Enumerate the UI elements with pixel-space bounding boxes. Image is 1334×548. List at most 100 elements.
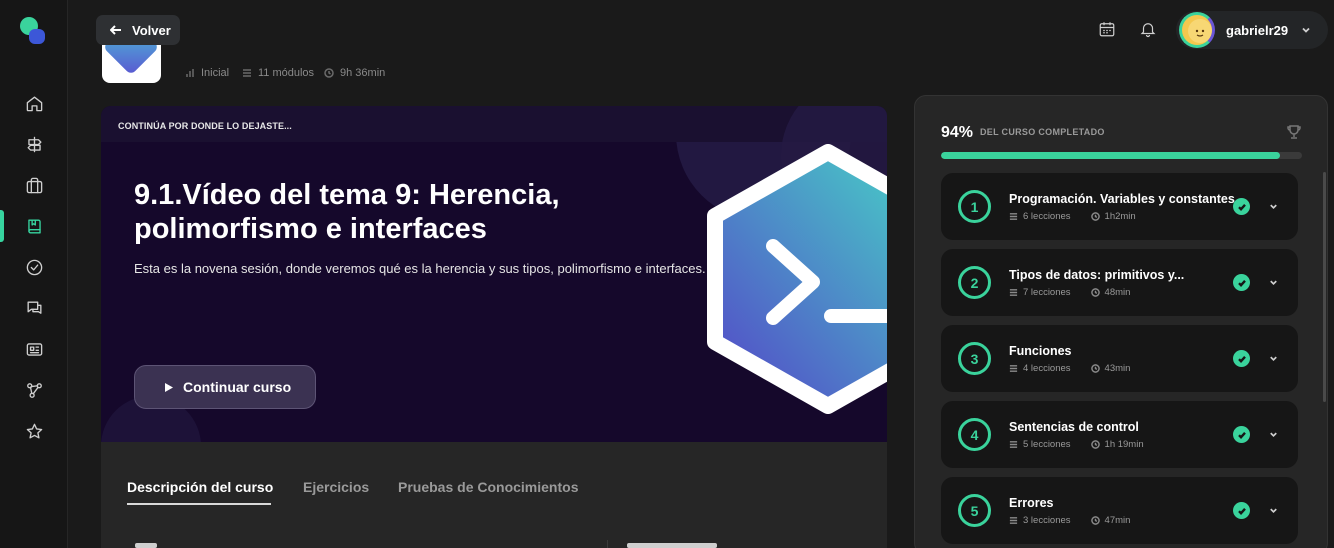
module-lessons: 7 lecciones bbox=[1023, 287, 1071, 298]
play-icon bbox=[165, 382, 173, 392]
progress-bar-fill bbox=[941, 152, 1281, 159]
clock-icon bbox=[1090, 364, 1100, 373]
continue-course-label: Continuar curso bbox=[183, 379, 292, 395]
sidebar-item-jobs[interactable] bbox=[0, 167, 68, 203]
chevron-down-icon bbox=[1302, 27, 1310, 33]
module-card[interactable]: 4 Sentencias de control 5 lecciones 1h 1… bbox=[941, 401, 1298, 468]
sidebar-item-home[interactable] bbox=[0, 85, 68, 121]
module-lessons: 4 lecciones bbox=[1023, 363, 1071, 374]
clock-icon bbox=[1090, 212, 1100, 221]
signpost-icon bbox=[26, 136, 42, 152]
module-card[interactable]: 1 Programación. Variables y constantes 6… bbox=[941, 173, 1298, 240]
sidebar-item-certificates[interactable] bbox=[0, 249, 68, 285]
sidebar-item-forum[interactable] bbox=[0, 290, 68, 326]
clock-icon bbox=[1090, 440, 1100, 449]
back-button-label: Volver bbox=[132, 22, 171, 38]
course-modules-text: 11 módulos bbox=[258, 67, 315, 79]
avatar bbox=[1179, 12, 1215, 48]
chevron-down-icon[interactable] bbox=[1268, 277, 1279, 288]
sidebar bbox=[0, 0, 68, 548]
chevron-down-icon[interactable] bbox=[1268, 201, 1279, 212]
sidebar-item-network[interactable] bbox=[0, 372, 68, 408]
completed-check-icon bbox=[1233, 426, 1250, 443]
completed-check-icon bbox=[1233, 198, 1250, 215]
scrollbar[interactable] bbox=[1323, 172, 1326, 402]
lesson-description: Esta es la novena sesión, donde veremos … bbox=[134, 261, 706, 276]
avatar-face-icon bbox=[1195, 29, 1205, 37]
module-number: 2 bbox=[958, 266, 991, 299]
tab-knowledge-tests[interactable]: Pruebas de Conocimientos bbox=[398, 479, 578, 495]
terminal-hexagon-icon bbox=[707, 144, 887, 414]
module-duration: 43min bbox=[1104, 363, 1131, 374]
tab-description[interactable]: Descripción del curso bbox=[127, 479, 273, 495]
briefcase-icon bbox=[26, 177, 42, 193]
sidebar-item-courses[interactable] bbox=[0, 208, 68, 244]
list-icon bbox=[1009, 365, 1018, 372]
course-level-text: Inicial bbox=[201, 67, 230, 79]
module-title: Sentencias de control bbox=[1009, 420, 1139, 434]
back-button[interactable]: Volver bbox=[96, 15, 180, 45]
module-meta: 5 lecciones 1h 19min bbox=[1009, 439, 1144, 450]
completed-check-icon bbox=[1233, 350, 1250, 367]
module-duration: 1h 19min bbox=[1104, 439, 1144, 450]
clock-icon bbox=[1090, 516, 1100, 525]
cut-off-text bbox=[135, 543, 157, 548]
bar-chart-icon bbox=[186, 69, 194, 77]
chevron-down-icon[interactable] bbox=[1268, 353, 1279, 364]
user-menu[interactable]: gabrielr29 bbox=[1176, 11, 1328, 49]
progress-bar bbox=[941, 152, 1302, 159]
chevron-down-icon[interactable] bbox=[1268, 505, 1279, 516]
module-lessons: 6 lecciones bbox=[1023, 211, 1071, 222]
course-tabs-panel: Descripción del curso Ejercicios Pruebas… bbox=[101, 442, 887, 548]
sidebar-item-news[interactable] bbox=[0, 331, 68, 367]
module-card[interactable]: 3 Funciones 4 lecciones 43min bbox=[941, 325, 1298, 392]
module-title: Programación. Variables y constantes bbox=[1009, 192, 1235, 206]
chevron-down-icon[interactable] bbox=[1268, 429, 1279, 440]
bell-icon bbox=[1140, 23, 1156, 38]
sidebar-item-routes[interactable] bbox=[0, 126, 68, 162]
course-modules: 11 módulos bbox=[242, 67, 314, 79]
list-icon bbox=[243, 69, 251, 77]
course-duration-text: 9h 36min bbox=[340, 67, 386, 79]
clock-icon bbox=[324, 68, 334, 78]
lesson-title: 9.1.Vídeo del tema 9: Herencia, polimorf… bbox=[134, 179, 560, 245]
module-meta: 4 lecciones 43min bbox=[1009, 363, 1130, 374]
trophy-icon bbox=[1287, 125, 1301, 139]
module-meta: 3 lecciones 47min bbox=[1009, 515, 1130, 526]
continue-course-button[interactable]: Continuar curso bbox=[134, 365, 316, 409]
notifications-button[interactable] bbox=[1139, 20, 1159, 40]
course-duration: 9h 36min bbox=[324, 67, 385, 79]
module-meta: 7 lecciones 48min bbox=[1009, 287, 1130, 298]
app: Volver gabrielr29 Inicial 11 módulos 9h … bbox=[0, 0, 1334, 548]
progress-label: DEL CURSO COMPLETADO bbox=[980, 127, 1105, 137]
username: gabrielr29 bbox=[1226, 23, 1289, 38]
completed-check-icon bbox=[1233, 274, 1250, 291]
sidebar-item-favorites[interactable] bbox=[0, 413, 68, 449]
module-number: 3 bbox=[958, 342, 991, 375]
completed-check-icon bbox=[1233, 502, 1250, 519]
module-title: Tipos de datos: primitivos y... bbox=[1009, 268, 1185, 282]
progress-percent: 94% bbox=[941, 124, 974, 141]
star-icon bbox=[26, 423, 42, 439]
module-lessons: 5 lecciones bbox=[1023, 439, 1071, 450]
list-icon bbox=[1009, 289, 1018, 296]
calendar-button[interactable] bbox=[1098, 20, 1118, 40]
module-duration: 47min bbox=[1104, 515, 1131, 526]
list-icon bbox=[1009, 213, 1018, 220]
module-card[interactable]: 2 Tipos de datos: primitivos y... 7 lecc… bbox=[941, 249, 1298, 316]
course-progress-panel: 94% DEL CURSO COMPLETADO 1 Programación.… bbox=[914, 95, 1328, 548]
list-icon bbox=[1009, 441, 1018, 448]
active-tab-indicator bbox=[127, 503, 271, 505]
course-level: Inicial bbox=[185, 67, 229, 79]
arrow-left-icon bbox=[110, 25, 121, 35]
course-thumbnail bbox=[102, 45, 161, 83]
module-number: 4 bbox=[958, 418, 991, 451]
home-icon bbox=[26, 95, 42, 111]
book-icon bbox=[27, 218, 41, 234]
module-lessons: 3 lecciones bbox=[1023, 515, 1071, 526]
graph-icon bbox=[26, 382, 42, 398]
tab-exercises[interactable]: Ejercicios bbox=[303, 479, 369, 495]
module-number: 1 bbox=[958, 190, 991, 223]
logo-icon[interactable] bbox=[19, 16, 47, 46]
module-card[interactable]: 5 Errores 3 lecciones 47min bbox=[941, 477, 1298, 544]
